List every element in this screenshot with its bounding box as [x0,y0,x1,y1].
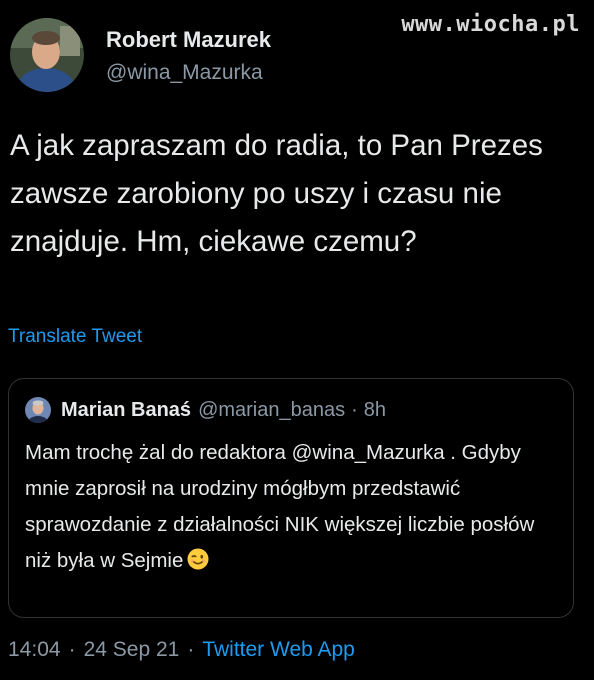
tweet-meta: 14:04 · 24 Sep 21 · Twitter Web App [8,638,355,662]
meta-separator-2: · [187,638,195,661]
tweet-header: Robert Mazurek @wina_Mazurka [10,18,271,92]
tweet-text: A jak zapraszam do radia, to Pan Prezes … [10,129,543,258]
quoted-tweet-text: Mam trochę żal do redaktora @wina_Mazurk… [25,441,535,572]
author-display-name[interactable]: Robert Mazurek [106,27,271,53]
quoted-separator: · [351,398,358,421]
meta-separator: · [68,638,76,661]
tweet-time[interactable]: 14:04 [8,638,61,662]
quoted-handle: @marian_banas [198,398,346,421]
quoted-time: 8h [363,398,387,421]
author-names: Robert Mazurek @wina_Mazurka [106,25,271,85]
quoted-author-avatar [25,397,51,423]
tweet-date[interactable]: 24 Sep 21 [84,638,180,662]
quoted-display-name: Marian Banaś [61,398,192,421]
translate-tweet-link[interactable]: Translate Tweet [8,326,142,348]
author-handle[interactable]: @wina_Mazurka [106,61,271,85]
quoted-tweet-header: Marian Banaś @marian_banas · 8h [25,397,386,423]
winking-face-emoji-icon [187,546,209,570]
quoted-tweet-card[interactable]: Marian Banaś @marian_banas · 8h Mam troc… [8,378,574,618]
watermark: www.wiocha.pl [401,12,580,37]
quoted-tweet-text-block: Mam trochę żal do redaktora @wina_Mazurk… [25,435,565,579]
author-avatar[interactable] [10,18,84,92]
tweet-source-link[interactable]: Twitter Web App [202,638,355,662]
